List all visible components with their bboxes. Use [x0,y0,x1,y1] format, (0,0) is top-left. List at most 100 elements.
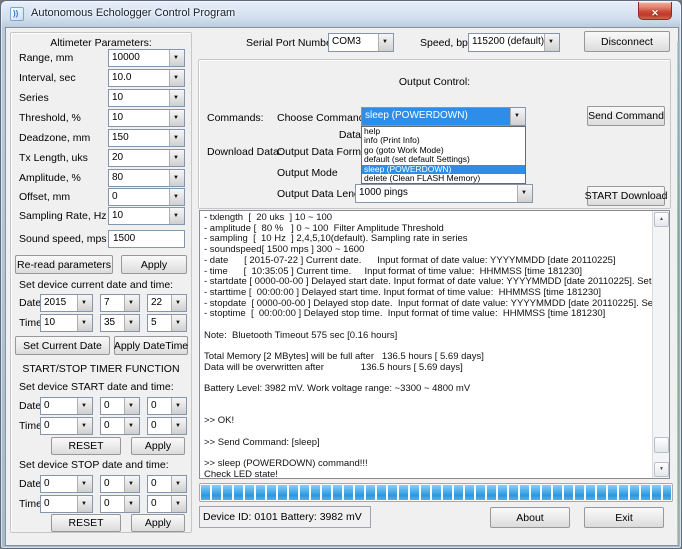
chevron-down-icon[interactable] [124,476,139,492]
offset-combo[interactable]: 0 [108,188,185,206]
chevron-down-icon[interactable] [77,398,92,414]
stop-year-combo[interactable]: 0 [40,475,93,493]
current-day-combo[interactable]: 22 [147,294,187,312]
threshold-combo[interactable]: 10 [108,109,185,127]
chevron-down-icon[interactable] [124,418,139,434]
current-hour-combo[interactable]: 10 [40,314,93,332]
stop-day-combo[interactable]: 0 [147,475,187,493]
start-second-combo[interactable]: 0 [147,417,187,435]
chevron-down-icon[interactable] [169,70,184,86]
console-output[interactable]: - txlength [ 20 uks ] 10 ~ 100 - amplitu… [199,210,670,479]
combo-value: sleep (POWERDOWN) [362,108,510,125]
chevron-down-icon[interactable] [169,208,184,224]
apply-datetime-button[interactable]: Apply DateTime [114,336,188,355]
speed-combo[interactable]: 115200 (default) [468,33,560,52]
chevron-down-icon[interactable] [169,110,184,126]
apply-parameters-button[interactable]: Apply [121,255,187,274]
current-month-combo[interactable]: 7 [100,294,140,312]
deadzone-combo[interactable]: 150 [108,129,185,147]
chevron-down-icon[interactable] [124,295,139,311]
amplitude-combo[interactable]: 80 [108,169,185,187]
combo-value: 10 [41,315,77,331]
combo-value: 10000 [109,50,169,66]
set-current-date-button[interactable]: Set Current Date [15,336,110,355]
dropdown-item-info[interactable]: info (Print Info) [362,136,525,145]
start-day-combo[interactable]: 0 [147,397,187,415]
dropdown-item-go[interactable]: go (goto Work Mode) [362,146,525,155]
altimeter-parameters-title: Altimeter Parameters: [11,37,191,49]
start-minute-combo[interactable]: 0 [100,417,140,435]
start-reset-button[interactable]: RESET [51,437,121,455]
output-data-length-combo[interactable]: 1000 pings [355,184,533,203]
scrollbar-thumb[interactable] [654,437,669,453]
chevron-down-icon[interactable] [77,476,92,492]
scroll-down-icon[interactable] [654,462,669,477]
sampling-rate-combo[interactable]: 10 [108,207,185,225]
start-hour-combo[interactable]: 0 [40,417,93,435]
combo-value: 20 [109,150,169,166]
chevron-down-icon[interactable] [378,34,393,51]
txlength-combo[interactable]: 20 [108,149,185,167]
range-combo[interactable]: 10000 [108,49,185,67]
chevron-down-icon[interactable] [169,130,184,146]
stop-apply-button[interactable]: Apply [131,514,185,532]
chevron-down-icon[interactable] [171,398,186,414]
close-button[interactable] [638,2,672,20]
start-year-combo[interactable]: 0 [40,397,93,415]
dropdown-item-default[interactable]: default (set default Settings) [362,155,525,164]
current-minute-combo[interactable]: 35 [100,314,140,332]
chevron-down-icon[interactable] [124,315,139,331]
about-button[interactable]: About [490,507,570,528]
soundspeed-input[interactable]: 1500 [108,230,185,248]
chevron-down-icon[interactable] [169,150,184,166]
stop-month-combo[interactable]: 0 [100,475,140,493]
current-second-combo[interactable]: 5 [147,314,187,332]
param-label: Deadzone, mm [19,132,90,144]
time-label: Time [19,317,42,329]
chevron-down-icon[interactable] [124,496,139,512]
current-date-row: Date 2015 7 22 [11,294,191,312]
titlebar[interactable]: Autonomous Echologger Control Program [1,1,681,27]
chevron-down-icon[interactable] [510,108,525,125]
exit-button[interactable]: Exit [584,507,664,528]
stop-hour-combo[interactable]: 0 [40,495,93,513]
chevron-down-icon[interactable] [171,476,186,492]
scroll-up-icon[interactable] [654,212,669,227]
chevron-down-icon[interactable] [171,496,186,512]
chevron-down-icon[interactable] [169,90,184,106]
chevron-down-icon[interactable] [77,418,92,434]
interval-combo[interactable]: 10.0 [108,69,185,87]
serial-port-combo[interactable]: COM3 [328,33,394,52]
current-year-combo[interactable]: 2015 [40,294,93,312]
chevron-down-icon[interactable] [77,496,92,512]
chevron-down-icon[interactable] [544,34,559,51]
chevron-down-icon[interactable] [77,295,92,311]
stop-second-combo[interactable]: 0 [147,495,187,513]
dropdown-item-help[interactable]: help [362,127,525,136]
chevron-down-icon[interactable] [77,315,92,331]
start-month-combo[interactable]: 0 [100,397,140,415]
combo-value: 0 [148,418,171,434]
console-scrollbar[interactable] [652,211,669,478]
dropdown-item-sleep[interactable]: sleep (POWERDOWN) [362,165,525,174]
command-combo[interactable]: sleep (POWERDOWN) [361,107,526,126]
chevron-down-icon[interactable] [171,295,186,311]
chevron-down-icon[interactable] [169,170,184,186]
chevron-down-icon[interactable] [169,50,184,66]
start-apply-button[interactable]: Apply [131,437,185,455]
stop-reset-button[interactable]: RESET [51,514,121,532]
disconnect-button[interactable]: Disconnect [584,31,670,52]
start-download-button[interactable]: START Download [587,186,665,206]
stop-minute-combo[interactable]: 0 [100,495,140,513]
chevron-down-icon[interactable] [171,418,186,434]
series-combo[interactable]: 10 [108,89,185,107]
dropdown-item-delete[interactable]: delete (Clean FLASH Memory) [362,174,525,183]
combo-value: 10 [109,208,169,224]
chevron-down-icon[interactable] [124,398,139,414]
chevron-down-icon[interactable] [169,189,184,205]
send-command-button[interactable]: Send Command [587,106,665,126]
chevron-down-icon[interactable] [171,315,186,331]
reread-parameters-button[interactable]: Re-read parameters [15,255,113,274]
combo-value: 0 [101,398,124,414]
chevron-down-icon[interactable] [517,185,532,202]
